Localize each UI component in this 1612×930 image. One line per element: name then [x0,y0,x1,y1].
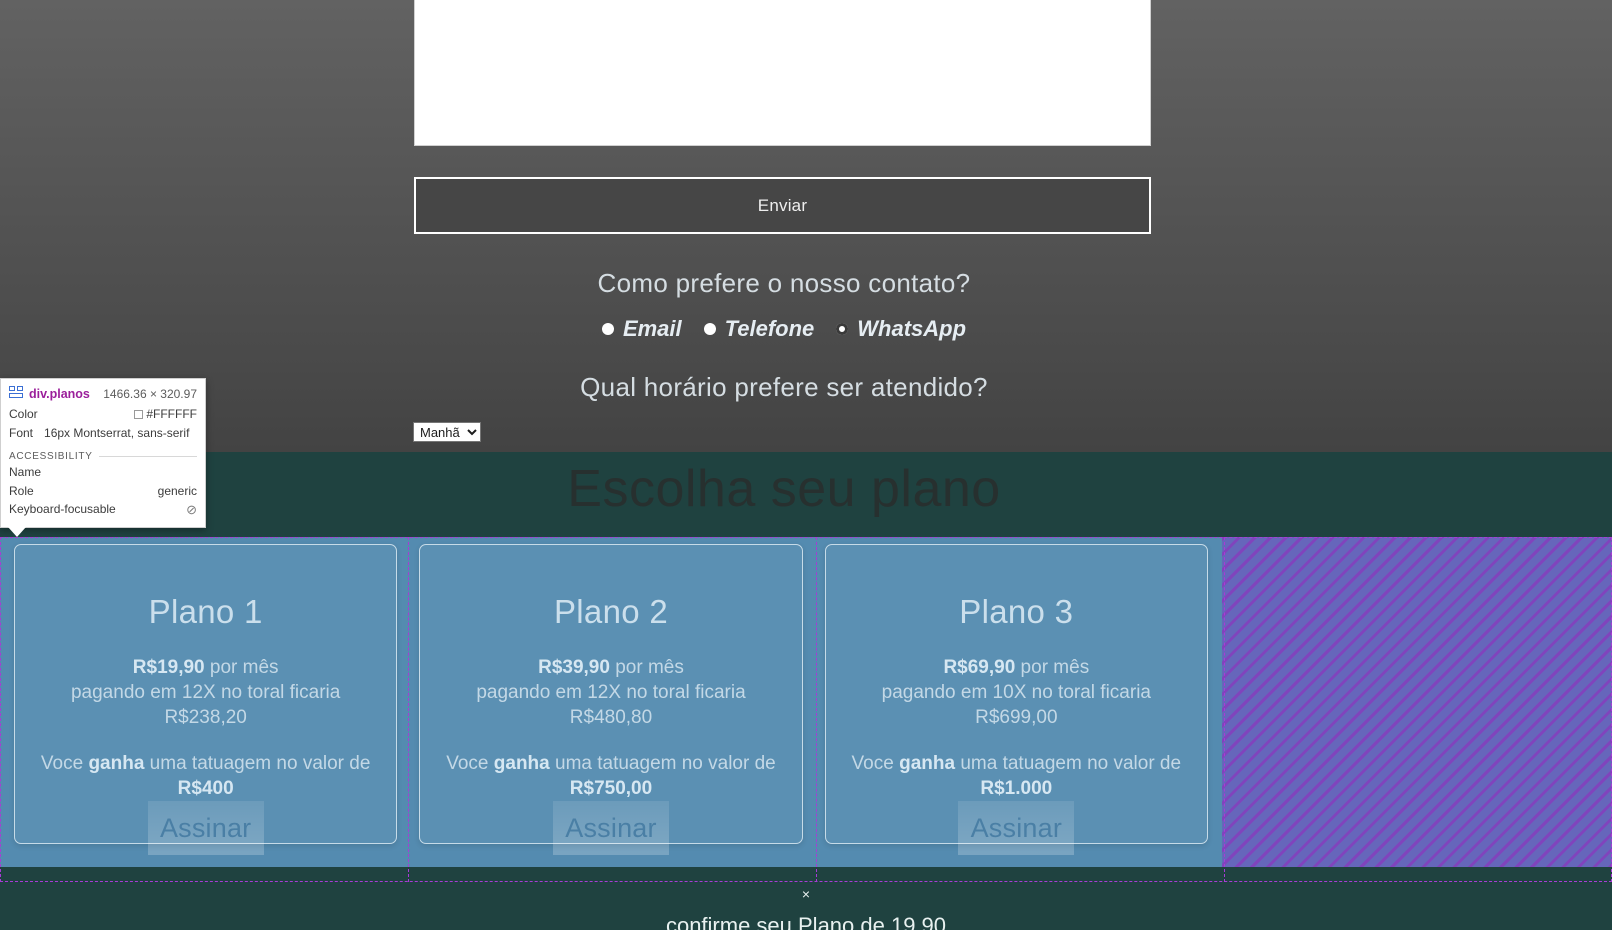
plans-flex-container: Plano 1 R$19,90 por mês pagando em 12X n… [0,537,1612,867]
radio-option-email[interactable]: Email [601,316,682,342]
confirm-plan-text: confirme seu Plano de 19,90 [665,913,947,930]
plan-title: Plano 3 [959,593,1074,630]
plan-title: Plano 2 [553,593,668,630]
radio-dot-icon[interactable] [601,323,614,335]
plan-bonus-block: Voce ganha uma tatuagem no valor de R$1.… [836,751,1197,801]
plan-bonus-block: Voce ganha uma tatuagem no valor de R$75… [430,751,791,801]
plans-section: Escolha seu plano Plano 1 R$19,90 por mê… [0,452,1612,882]
color-swatch-icon [134,410,144,419]
plan-bonus-prefix: Voce [851,753,900,775]
tooltip-selector: div.planos [29,386,90,401]
plan-bonus-block: Voce ganha uma tatuagem no valor de R$40… [25,751,386,801]
devtools-inspect-tooltip: div.planos 1466.36 × 320.97 Color #FFFFF… [0,378,206,537]
not-focusable-icon: ⊘ [186,502,197,518]
flex-free-space-overlay [1222,537,1612,867]
subscribe-button[interactable]: Assinar [552,801,669,855]
close-icon[interactable]: × [0,882,1612,901]
radio-label-email: Email [622,316,682,341]
tooltip-focusable-key: Keyboard-focusable [9,502,116,517]
plan-bonus-prefix: Voce [40,753,89,775]
tooltip-dimensions: 1466.36 × 320.97 [103,386,197,401]
schedule-preference-question: Qual horário prefere ser atendido? [580,372,988,402]
plan-monthly-price: R$19,90 [132,657,205,678]
plan-total: R$699,00 [975,707,1058,729]
plan-price-suffix: por mês [1015,657,1090,678]
tooltip-font-value: 16px Montserrat, sans-serif [44,425,190,440]
tooltip-name-key: Name [9,465,42,480]
subscribe-button[interactable]: Assinar [958,801,1075,855]
contact-preference-question: Como prefere o nosso contato? [597,268,971,298]
radio-dot-selected-icon[interactable] [836,323,849,335]
plan-card-3[interactable]: Plano 3 R$69,90 por mês pagando em 10X n… [824,544,1208,855]
tooltip-role-value: generic [157,483,197,498]
plan-total: R$238,20 [164,707,247,729]
plan-installments: pagando em 12X no toral ficaria [70,682,341,704]
tooltip-color-key: Color [9,407,38,421]
tooltip-name-row: Name [9,463,197,482]
plans-row: Plano 1 R$19,90 por mês pagando em 12X n… [0,537,1222,867]
radio-option-whatsapp[interactable]: WhatsApp [836,316,966,342]
contact-preference-radio-group: Email Telefone WhatsApp [0,316,1568,342]
tooltip-focusable-row: Keyboard-focusable ⊘ [9,500,197,520]
contact-form-section: Enviar Como prefere o nosso contato? Ema… [0,0,1612,452]
schedule-select[interactable]: Manhã Tarde Noite [413,422,481,442]
plan-installments: pagando em 10X no toral ficaria [881,682,1151,704]
radio-label-whatsapp: WhatsApp [857,316,967,341]
plan-card-1[interactable]: Plano 1 R$19,90 por mês pagando em 12X n… [14,544,398,855]
divider [98,456,197,458]
plan-price-block: R$39,90 por mês pagando em 12X no toral … [430,655,791,730]
tooltip-pointer-icon [8,526,26,537]
submit-button[interactable]: Enviar [414,177,1151,234]
tooltip-role-key: Role [9,483,34,498]
plan-card-2[interactable]: Plano 2 R$39,90 por mês pagando em 12X n… [419,544,803,855]
flex-badge-icon [9,386,23,401]
tooltip-color-value-wrap: #FFFFFF [134,405,197,424]
plan-bonus-value: R$1.000 [980,778,1053,800]
message-textarea[interactable] [414,0,1151,146]
plan-price-block: R$19,90 por mês pagando em 12X no toral … [25,655,386,730]
plan-price-suffix: por mês [609,657,684,678]
plan-bonus-middle: uma tatuagem no valor de [549,753,776,775]
plan-bonus-middle: uma tatuagem no valor de [955,753,1182,775]
plan-bonus-value: R$750,00 [569,778,653,800]
tooltip-role-row: Role generic [9,482,197,501]
tooltip-color-row: Color #FFFFFF [9,405,197,424]
plan-total: R$480,80 [569,707,653,729]
radio-dot-icon[interactable] [703,323,716,335]
plan-installments: pagando em 12X no toral ficaria [476,682,746,704]
plan-bonus-strong: ganha [493,753,550,775]
plan-monthly-price: R$39,90 [538,657,610,678]
tooltip-accessibility-label: ACCESSIBILITY [9,451,93,463]
plan-bonus-middle: uma tatuagem no valor de [144,753,371,775]
tooltip-font-row: Font 16px Montserrat, sans-serif [9,424,197,443]
plan-bonus-prefix: Voce [446,753,494,775]
plan-monthly-price: R$69,90 [943,657,1016,678]
plan-bonus-strong: ganha [899,753,956,775]
page-root: Enviar Como prefere o nosso contato? Ema… [0,0,1612,930]
confirm-plan-bar: × confirme seu Plano de 19,90 [0,882,1612,930]
plan-price-suffix: por mês [204,657,279,678]
radio-option-telefone[interactable]: Telefone [703,316,815,342]
tooltip-font-key: Font [9,425,34,440]
tooltip-header: div.planos 1466.36 × 320.97 [9,386,197,401]
plan-title: Plano 1 [148,593,263,630]
plan-bonus-value: R$400 [177,778,234,800]
plans-heading: Escolha seu plano [567,460,1001,518]
subscribe-button[interactable]: Assinar [147,801,264,855]
radio-label-telefone: Telefone [724,316,815,341]
plan-price-block: R$69,90 por mês pagando em 10X no toral … [836,655,1197,730]
tooltip-accessibility-divider: ACCESSIBILITY [9,451,197,462]
tooltip-color-value: #FFFFFF [146,407,197,421]
plan-bonus-strong: ganha [88,753,145,775]
